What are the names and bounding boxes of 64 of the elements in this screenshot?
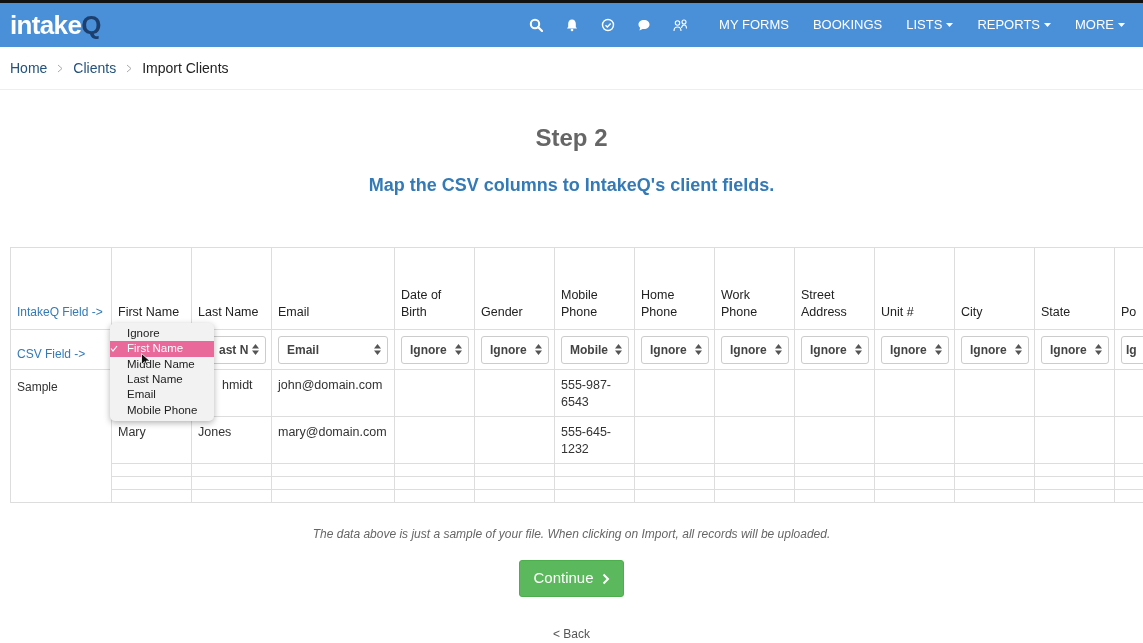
updown-arrows-icon <box>535 344 542 355</box>
checkmark-icon <box>110 345 118 353</box>
column-select[interactable]: Ignore <box>401 335 469 364</box>
sample-label: Sample <box>17 380 58 394</box>
dropdown-option[interactable]: Last Name <box>110 371 214 388</box>
bell-icon[interactable] <box>565 18 580 32</box>
column-select[interactable]: Ignore <box>641 335 709 364</box>
chevron-right-icon <box>601 572 610 585</box>
step-subtitle: Map the CSV columns to IntakeQ's client fields. <box>367 174 776 197</box>
column-header: State <box>1041 304 1072 321</box>
dropdown-option[interactable]: Mobile Phone <box>110 402 214 418</box>
table-cell-text: Jones <box>198 424 233 441</box>
breadcrumb-link[interactable]: Home <box>10 57 48 79</box>
import-note: The data above is just a sample of your file. When clicking on Import, all records will be uploaded. <box>311 526 832 543</box>
column-select[interactable]: Ignore <box>881 335 949 364</box>
column-header: Mobile Phone <box>561 287 599 321</box>
table-cell-text: hmidt <box>222 377 254 394</box>
column-header: Last Name <box>198 304 260 321</box>
updown-arrows-icon <box>1095 344 1102 355</box>
column-header: Home Phone <box>641 287 679 321</box>
step-title: Step 2 <box>534 123 609 153</box>
updown-arrows-icon <box>615 344 622 355</box>
updown-arrows-icon <box>775 344 782 355</box>
table-cell-text: 555-987-6543 <box>561 377 613 411</box>
table-cell-text: john@domain.com <box>278 377 384 394</box>
check-circle-icon[interactable] <box>601 18 616 32</box>
column-select[interactable]: Ignore <box>961 335 1029 364</box>
column-header: Unit # <box>881 304 915 321</box>
table-cell-text: Mary <box>118 424 147 441</box>
people-icon[interactable] <box>673 18 688 32</box>
search-icon[interactable] <box>529 18 544 32</box>
updown-arrows-icon <box>374 344 381 355</box>
column-header: Email <box>278 304 311 321</box>
column-header: Street Address <box>801 287 848 321</box>
column-select[interactable]: Ignore <box>801 335 869 364</box>
field-row-label: CSV Field -> <box>17 347 86 361</box>
updown-arrows-icon <box>695 344 702 355</box>
column-header: First Name <box>118 304 181 321</box>
table-cell: mary@domain.com <box>278 424 388 441</box>
column-select[interactable]: Ignore <box>721 335 789 364</box>
updown-arrows-icon <box>455 344 462 355</box>
field-row-label: IntakeQ Field -> <box>17 305 103 319</box>
updown-arrows-icon <box>855 344 862 355</box>
column-header: Work Phone <box>721 287 759 321</box>
column-select[interactable]: Email <box>278 335 388 364</box>
updown-arrows-icon <box>1015 344 1022 355</box>
column-select[interactable]: Ig <box>1121 335 1143 364</box>
chevron-icon <box>126 63 133 73</box>
table-cell-text: 555-645-1232 <box>561 424 613 458</box>
column-header: Gender <box>481 304 524 321</box>
column-header: Date of Birth <box>401 287 443 321</box>
updown-arrows-icon <box>935 344 942 355</box>
dropdown-option[interactable]: Email <box>110 387 214 403</box>
column-select[interactable]: Ignore <box>1041 335 1109 364</box>
updown-arrows-icon <box>252 344 259 355</box>
breadcrumb-current: Import Clients <box>142 58 229 78</box>
chat-bubble-icon[interactable] <box>637 18 652 32</box>
chevron-icon <box>57 63 64 73</box>
breadcrumb-link[interactable]: Clients <box>73 57 117 79</box>
column-header: City <box>961 304 984 321</box>
back-link[interactable]: < Back <box>553 625 590 643</box>
column-header: Po <box>1121 304 1138 321</box>
column-select[interactable]: Mobile <box>561 335 629 364</box>
column-select[interactable]: Ignore <box>481 335 549 364</box>
